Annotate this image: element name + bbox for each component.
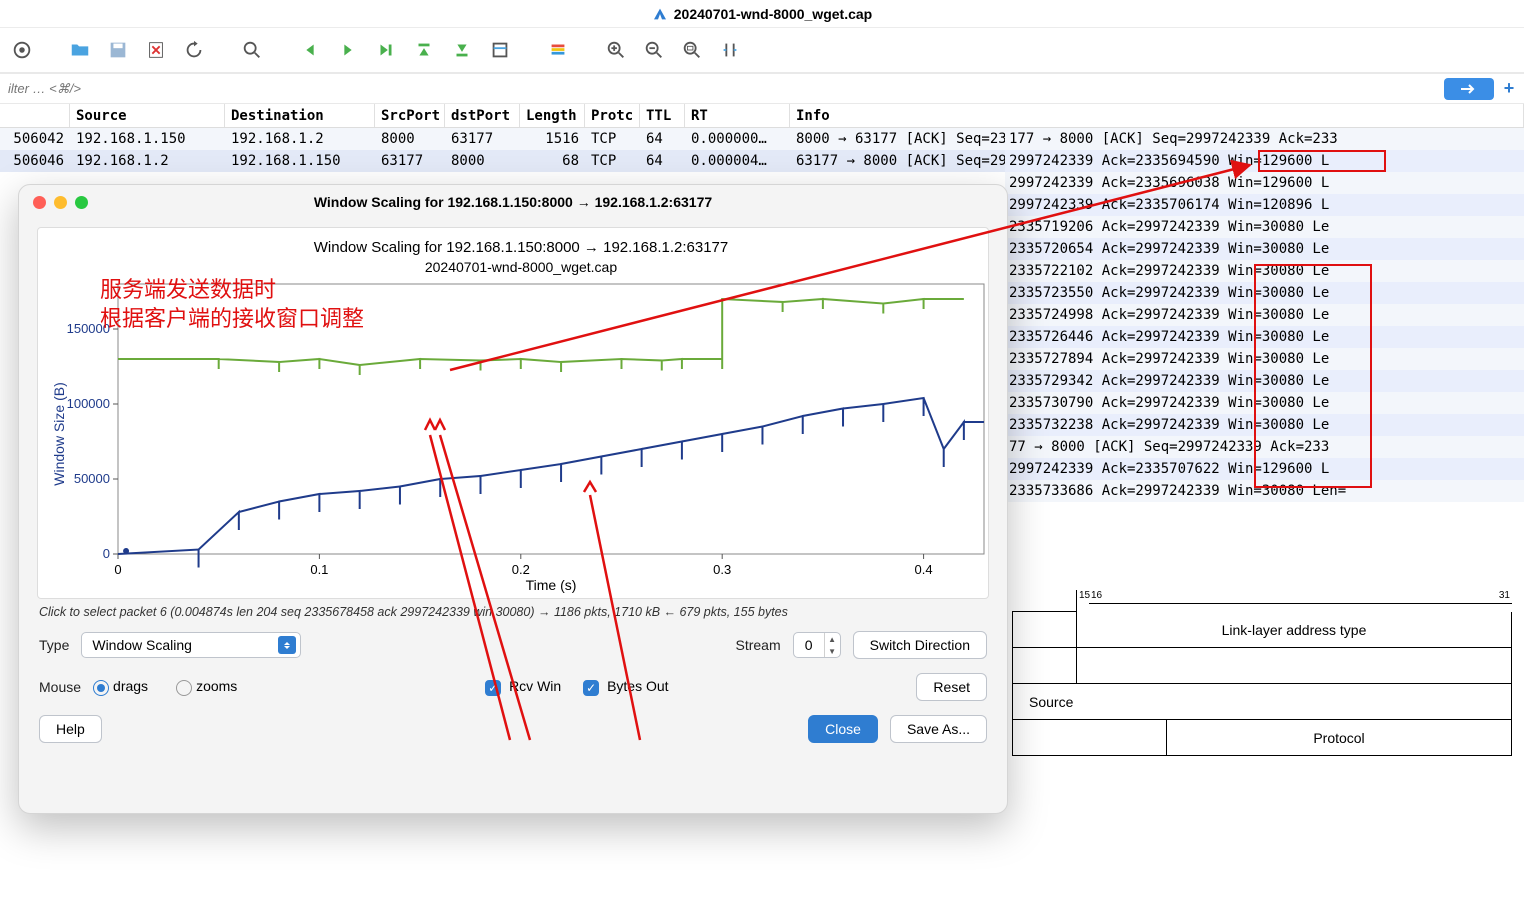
col-length[interactable]: Length [520,104,585,127]
svg-text:Time (s): Time (s) [526,577,577,593]
col-num[interactable] [0,104,70,127]
svg-text:Window Size (B): Window Size (B) [51,382,67,485]
close-button[interactable]: Close [808,715,878,743]
col-proto[interactable]: Protc [585,104,640,127]
svg-text:0: 0 [114,562,121,577]
table-row[interactable]: 2335730790 Ack=2997242339 Win=30080 Le [1005,392,1524,414]
chart-area[interactable]: Window Scaling for 192.168.1.150:8000 → … [37,227,989,599]
svg-text:0: 0 [103,546,110,561]
table-row[interactable]: 2335726446 Ack=2997242339 Win=30080 Le [1005,326,1524,348]
stream-label: Stream [736,637,781,653]
stream-input[interactable] [794,637,824,653]
chevron-updown-icon [278,636,296,654]
rcv-win-checkbox[interactable]: Rcv Win [485,678,561,695]
table-row[interactable]: 2997242339 Ack=2335706174 Win=120896 L [1005,194,1524,216]
type-select[interactable]: Window Scaling [81,632,301,658]
open-folder-icon[interactable] [64,34,96,66]
diagram-source: Source [1012,684,1512,720]
next-icon[interactable] [332,34,364,66]
main-toolbar [0,28,1524,74]
display-filter-input[interactable] [4,77,1444,101]
bytes-out-checkbox[interactable]: Bytes Out [583,678,668,695]
table-row[interactable]: 2335727894 Ack=2997242339 Win=30080 Le [1005,348,1524,370]
col-ttl[interactable]: TTL [640,104,685,127]
svg-text:150000: 150000 [67,321,110,336]
mouse-label: Mouse [39,679,81,695]
table-row[interactable]: 2335719206 Ack=2997242339 Win=30080 Le [1005,216,1524,238]
reset-button[interactable]: Reset [916,673,987,701]
svg-text:0.3: 0.3 [713,562,731,577]
stepper-up-icon[interactable]: ▲ [825,633,840,645]
first-icon[interactable] [408,34,440,66]
table-row[interactable]: 2335733686 Ack=2997242339 Win=30080 Len= [1005,480,1524,502]
table-row[interactable]: 2335722102 Ack=2997242339 Win=30080 Le [1005,260,1524,282]
stream-stepper[interactable]: ▲▼ [793,632,841,658]
svg-text:0.1: 0.1 [310,562,328,577]
wireshark-icon [652,6,668,22]
help-button[interactable]: Help [39,715,102,743]
goto-icon[interactable] [370,34,402,66]
svg-text:Window Scaling for 192.168.1.1: Window Scaling for 192.168.1.150:8000 → … [314,239,728,256]
window-scaling-dialog: Window Scaling for 192.168.1.150:8000 → … [18,184,1008,814]
table-row[interactable]: 2997242339 Ack=2335707622 Win=129600 L [1005,458,1524,480]
save-as-button[interactable]: Save As... [890,715,987,743]
svg-text:0.2: 0.2 [512,562,530,577]
type-label: Type [39,637,69,653]
stepper-down-icon[interactable]: ▼ [825,645,840,657]
packet-list: Source Destination SrcPort dstPort Lengt… [0,104,1524,172]
col-srcport[interactable]: SrcPort [375,104,445,127]
packet-list-header: Source Destination SrcPort dstPort Lengt… [0,104,1524,128]
dialog-title: Window Scaling for 192.168.1.150:8000 → … [19,194,1007,210]
table-row[interactable]: 2335723550 Ack=2997242339 Win=30080 Le [1005,282,1524,304]
zoom-out-icon[interactable] [638,34,670,66]
mouse-zooms-radio[interactable]: zooms [176,678,237,695]
packet-hint: Click to select packet 6 (0.004874s len … [39,605,987,619]
filter-add-button[interactable]: + [1498,78,1520,100]
zoom-reset-icon[interactable] [676,34,708,66]
table-row[interactable]: 2335720654 Ack=2997242339 Win=30080 Le [1005,238,1524,260]
switch-direction-button[interactable]: Switch Direction [853,631,987,659]
last-icon[interactable] [446,34,478,66]
col-rt[interactable]: RT [685,104,790,127]
settings-icon[interactable] [6,34,38,66]
table-row[interactable]: 2997242339 Ack=2335696038 Win=129600 L [1005,172,1524,194]
diagram-protocol: Protocol [1167,720,1512,756]
col-dest[interactable]: Destination [225,104,375,127]
table-row[interactable]: 2335724998 Ack=2997242339 Win=30080 Le [1005,304,1524,326]
window-title: 20240701-wnd-8000_wget.cap [674,6,872,22]
svg-text:100000: 100000 [67,396,110,411]
table-row[interactable]: 2997242339 Ack=2335694590 Win=129600 L [1005,150,1524,172]
reload-icon[interactable] [178,34,210,66]
protocol-diagram: 15 16 31 Link-layer address type Source … [1012,590,1512,756]
svg-text:0.4: 0.4 [915,562,933,577]
table-row[interactable]: 2335732238 Ack=2997242339 Win=30080 Le [1005,414,1524,436]
mouse-drags-radio[interactable]: drags [93,678,148,695]
svg-text:20240701-wnd-8000_wget.cap: 20240701-wnd-8000_wget.cap [425,259,617,275]
autoscroll-icon[interactable] [484,34,516,66]
save-icon[interactable] [102,34,134,66]
svg-text:50000: 50000 [74,471,110,486]
resize-columns-icon[interactable] [714,34,746,66]
diagram-link-layer: Link-layer address type [1077,612,1512,648]
col-dstport[interactable]: dstPort [445,104,520,127]
close-file-icon[interactable] [140,34,172,66]
colorize-icon[interactable] [542,34,574,66]
packet-rows-right: 177 → 8000 [ACK] Seq=2997242339 Ack=233 … [1005,128,1524,502]
table-row[interactable]: 2335729342 Ack=2997242339 Win=30080 Le [1005,370,1524,392]
zoom-in-icon[interactable] [600,34,632,66]
col-source[interactable]: Source [70,104,225,127]
window-titlebar: 20240701-wnd-8000_wget.cap [0,0,1524,28]
col-info[interactable]: Info [790,104,1524,127]
filter-bar: + [0,74,1524,104]
find-icon[interactable] [236,34,268,66]
table-row[interactable]: 77 → 8000 [ACK] Seq=2997242339 Ack=233 [1005,436,1524,458]
table-row[interactable]: 177 → 8000 [ACK] Seq=2997242339 Ack=233 [1005,128,1524,150]
filter-apply-button[interactable] [1444,78,1494,100]
prev-icon[interactable] [294,34,326,66]
